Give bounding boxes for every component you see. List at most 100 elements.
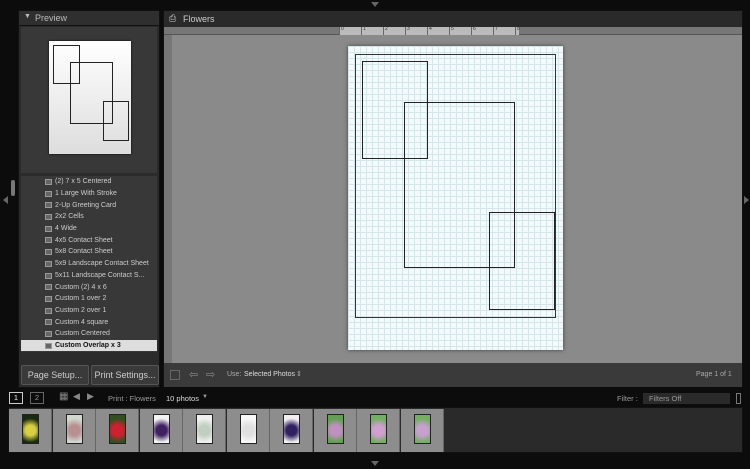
template-label: Custom (2) 4 x 6 bbox=[55, 283, 107, 291]
filmstrip-thumbnail[interactable] bbox=[357, 409, 400, 452]
ruler-label: 1 bbox=[363, 26, 366, 32]
template-icon bbox=[45, 342, 52, 349]
template-icon bbox=[45, 179, 52, 185]
main-canvas: ⎙ Flowers 0 1 2 3 4 5 6 7 8 ⇦ ⇨ Use: Selected Pho… bbox=[163, 10, 743, 387]
template-item[interactable]: Custom 2 over 1 bbox=[21, 305, 157, 317]
ruler-label: 8 bbox=[517, 26, 520, 32]
left-scrollbar[interactable] bbox=[11, 180, 15, 196]
template-label: 2x2 Cells bbox=[55, 213, 84, 221]
photo bbox=[326, 414, 344, 444]
ruler-label: 5 bbox=[451, 26, 454, 32]
template-item[interactable]: 5x11 Landscape Contact S... bbox=[21, 270, 157, 282]
grid-icon[interactable]: ▦ bbox=[59, 391, 68, 402]
horizontal-ruler: 0 1 2 3 4 5 6 7 8 bbox=[164, 26, 742, 35]
left-panel: ▼ Preview (2) 7 x 5 Centered 1 Large With … bbox=[18, 10, 160, 388]
template-item[interactable]: 5x8 Contact Sheet bbox=[21, 246, 157, 258]
dropdown-icon: ▼ bbox=[202, 394, 208, 400]
filmstrip-thumbnail[interactable] bbox=[226, 409, 270, 452]
filter-label: Filter : bbox=[617, 394, 638, 403]
photo-cell-3[interactable] bbox=[489, 212, 555, 310]
screen-1-button[interactable]: 1 bbox=[9, 392, 23, 404]
template-icon bbox=[45, 225, 52, 232]
template-item[interactable]: (2) 7 x 5 Centered bbox=[21, 176, 157, 188]
template-item[interactable]: 2-Up Greeting Card bbox=[21, 199, 157, 211]
collection-title: Flowers bbox=[183, 14, 215, 24]
main-header: ⎙ Flowers bbox=[164, 11, 742, 27]
template-item[interactable]: 1 Large With Stroke bbox=[21, 188, 157, 200]
filmstrip-thumbnail[interactable] bbox=[139, 409, 183, 452]
template-label: 5x11 Landscape Contact S... bbox=[55, 271, 145, 279]
template-icon bbox=[45, 214, 52, 221]
template-list: (2) 7 x 5 Centered 1 Large With Stroke 2-U… bbox=[21, 176, 157, 352]
preview-title: Preview bbox=[35, 13, 68, 23]
filmstrip-thumbnail[interactable] bbox=[96, 409, 139, 452]
template-label: 5x8 Contact Sheet bbox=[55, 248, 113, 256]
page-setup-button[interactable]: Page Setup... bbox=[21, 365, 89, 385]
vertical-ruler bbox=[164, 35, 172, 363]
stop-button[interactable] bbox=[170, 370, 180, 380]
print-settings-button[interactable]: Print Settings... bbox=[91, 365, 159, 385]
template-label: Custom 4 square bbox=[55, 318, 109, 326]
template-icon bbox=[45, 295, 52, 302]
filmstrip-thumbnail[interactable] bbox=[313, 409, 357, 452]
use-label: Use: bbox=[227, 371, 242, 378]
filmstrip-thumbnail[interactable] bbox=[183, 409, 226, 452]
filmstrip-thumbnail[interactable] bbox=[9, 409, 52, 452]
photo bbox=[109, 414, 126, 444]
ruler-label: 0 bbox=[341, 26, 344, 32]
template-item[interactable]: Custom (2) 4 x 6 bbox=[21, 281, 157, 293]
template-item[interactable]: 5x9 Landscape Contact Sheet bbox=[21, 258, 157, 270]
toolbar: ⇦ ⇨ Use: Selected Photos ⇕ Page 1 of 1 bbox=[164, 363, 742, 387]
template-icon bbox=[45, 237, 52, 244]
template-label: 1 Large With Stroke bbox=[55, 190, 117, 198]
ruler-label: 7 bbox=[495, 26, 498, 32]
ruler-label: 2 bbox=[385, 26, 388, 32]
forward-arrow-icon[interactable]: ▶ bbox=[87, 391, 94, 402]
disclosure-triangle-icon: ▼ bbox=[24, 13, 31, 20]
filter-select[interactable]: Filters Off bbox=[643, 393, 730, 404]
select-arrows-icon: ⇕ bbox=[296, 371, 302, 378]
template-label: Custom Overlap x 3 bbox=[55, 341, 121, 349]
photo bbox=[283, 414, 300, 444]
ruler-label: 4 bbox=[429, 26, 432, 32]
filmstrip-bar: 1 2 ▦ ◀ ▶ Print : Flowers 10 photos ▼ Fi… bbox=[0, 390, 750, 406]
next-page-icon[interactable]: ⇨ bbox=[206, 368, 215, 381]
collapse-right-icon[interactable] bbox=[744, 196, 749, 204]
printer-icon: ⎙ bbox=[169, 13, 177, 23]
back-arrow-icon[interactable]: ◀ bbox=[73, 391, 80, 402]
preview-header[interactable]: ▼ Preview bbox=[19, 11, 159, 26]
photo bbox=[152, 414, 170, 444]
use-select[interactable]: Selected Photos bbox=[244, 371, 295, 378]
source-label[interactable]: Print : Flowers bbox=[108, 394, 156, 403]
template-item[interactable]: Custom Overlap x 3 bbox=[21, 339, 157, 352]
template-label: 5x9 Landscape Contact Sheet bbox=[55, 260, 149, 268]
template-label: 4x5 Contact Sheet bbox=[55, 236, 113, 244]
filmstrip bbox=[8, 407, 743, 453]
filmstrip-thumbnail[interactable] bbox=[270, 409, 313, 452]
previous-page-icon[interactable]: ⇦ bbox=[189, 368, 198, 381]
screen-2-button[interactable]: 2 bbox=[30, 392, 44, 404]
collapse-bottom-icon[interactable] bbox=[371, 461, 379, 466]
preview-area bbox=[21, 27, 157, 173]
template-label: Custom 2 over 1 bbox=[55, 306, 107, 314]
collapse-top-icon[interactable] bbox=[371, 2, 379, 7]
photo-count[interactable]: 10 photos bbox=[166, 394, 199, 403]
photo bbox=[413, 414, 431, 444]
print-page bbox=[348, 46, 563, 350]
template-icon bbox=[45, 330, 52, 337]
filmstrip-thumbnail[interactable] bbox=[400, 409, 444, 452]
ruler-label: 3 bbox=[407, 26, 410, 32]
photo bbox=[196, 414, 213, 444]
collapse-left-icon[interactable] bbox=[3, 196, 8, 204]
ruler-label: 6 bbox=[473, 26, 476, 32]
template-item[interactable]: 2x2 Cells bbox=[21, 211, 157, 223]
filter-lock-toggle[interactable] bbox=[736, 393, 741, 404]
template-item[interactable]: 4 Wide bbox=[21, 223, 157, 235]
filmstrip-thumbnail[interactable] bbox=[52, 409, 96, 452]
template-item[interactable]: Custom 4 square bbox=[21, 316, 157, 328]
template-item[interactable]: 4x5 Contact Sheet bbox=[21, 234, 157, 246]
template-item[interactable]: Custom Centered bbox=[21, 328, 157, 340]
template-item[interactable]: Custom Overlap x3 Border bbox=[21, 351, 157, 352]
template-item[interactable]: Custom 1 over 2 bbox=[21, 293, 157, 305]
template-label: 4 Wide bbox=[55, 225, 77, 233]
